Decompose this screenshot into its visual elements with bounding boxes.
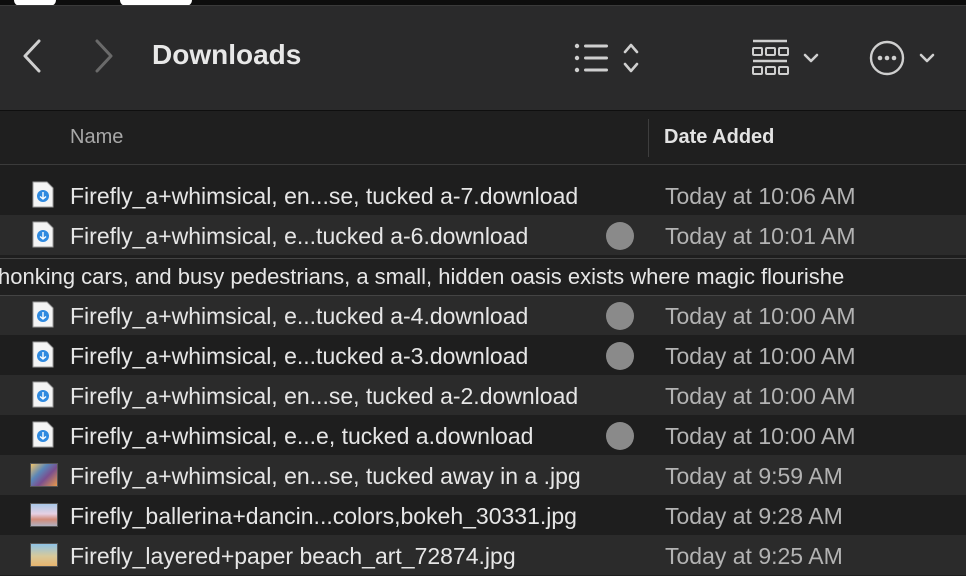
chevron-down-icon — [803, 53, 819, 63]
file-row[interactable]: Firefly_a+whimsical, e...e, tucked a.dow… — [0, 415, 966, 455]
file-name: Firefly_a+whimsical, en...se, tucked a-2… — [70, 383, 579, 409]
date-added: Today at 10:00 AM — [665, 383, 856, 409]
image-thumbnail-icon — [30, 463, 58, 487]
download-file-icon — [32, 181, 54, 208]
image-thumbnail-icon — [30, 503, 58, 527]
date-added: Today at 10:00 AM — [665, 303, 856, 329]
download-file-icon — [32, 341, 54, 368]
window-toolbar: Downloads — [0, 6, 966, 111]
file-list: Firefly_a+whimsical, en...se, tucked a-7… — [0, 175, 966, 575]
file-name: Firefly_layered+paper beach_art_72874.jp… — [70, 543, 516, 569]
gray-tag-dot — [606, 422, 634, 450]
file-row[interactable]: Firefly_a+whimsical, e...tucked a-4.down… — [0, 295, 966, 335]
file-name: Firefly_a+whimsical, en...se, tucked a-7… — [70, 183, 579, 209]
gray-tag-dot — [606, 222, 634, 250]
grid-icon — [752, 39, 789, 75]
date-added: Today at 9:59 AM — [665, 463, 843, 489]
download-file-icon — [32, 381, 54, 408]
download-file-icon — [32, 421, 54, 448]
download-file-icon — [32, 221, 54, 248]
expanded-filename-text: honking cars, and busy pedestrians, a sm… — [0, 264, 845, 289]
ellipsis-circle-icon — [869, 40, 905, 76]
more-actions-button[interactable] — [868, 38, 940, 78]
chevron-left-icon — [23, 39, 41, 73]
date-added: Today at 9:25 AM — [665, 543, 843, 569]
file-name: Firefly_a+whimsical, e...e, tucked a.dow… — [70, 423, 534, 449]
gray-tag-dot — [606, 342, 634, 370]
file-row[interactable]: Firefly_layered+paper beach_art_72874.jp… — [0, 535, 966, 575]
file-row[interactable]: Firefly_a+whimsical, en...se, tucked a-7… — [0, 175, 966, 215]
gray-tag-dot — [606, 302, 634, 330]
date-added: Today at 9:28 AM — [665, 503, 843, 529]
file-name: Firefly_a+whimsical, e...tucked a-3.down… — [70, 343, 529, 369]
chevron-down-icon — [919, 53, 935, 63]
chevron-right-icon — [95, 39, 113, 73]
date-added: Today at 10:06 AM — [665, 183, 856, 209]
date-added: Today at 10:00 AM — [665, 343, 856, 369]
back-button[interactable] — [18, 38, 48, 74]
column-divider[interactable] — [648, 119, 649, 157]
file-row[interactable]: Firefly_a+whimsical, en...se, tucked a-2… — [0, 375, 966, 415]
column-header: Name Date Added — [0, 111, 966, 165]
up-down-chevron-icon — [623, 43, 639, 73]
view-options-button[interactable] — [570, 38, 644, 78]
date-added: Today at 10:01 AM — [665, 223, 856, 249]
file-row[interactable]: Firefly_ballerina+dancin...colors,bokeh_… — [0, 495, 966, 535]
file-row[interactable]: Firefly_a+whimsical, e...tucked a-6.down… — [0, 215, 966, 255]
file-name: Firefly_a+whimsical, e...tucked a-6.down… — [70, 223, 529, 249]
file-name: Firefly_a+whimsical, e...tucked a-4.down… — [70, 303, 529, 329]
file-name: Firefly_ballerina+dancin...colors,bokeh_… — [70, 503, 577, 529]
file-row[interactable]: Firefly_a+whimsical, en...se, tucked awa… — [0, 455, 966, 495]
image-thumbnail-icon — [30, 543, 58, 567]
file-name: Firefly_a+whimsical, en...se, tucked awa… — [70, 463, 581, 489]
download-file-icon — [32, 301, 54, 328]
expanded-filename-tooltip[interactable]: honking cars, and busy pedestrians, a sm… — [0, 258, 966, 296]
date-added: Today at 10:00 AM — [665, 423, 856, 449]
name-column-header[interactable]: Name — [70, 126, 123, 149]
folder-title: Downloads — [152, 39, 302, 70]
group-by-button[interactable] — [748, 36, 824, 80]
date-added-column-header[interactable]: Date Added — [664, 126, 774, 149]
list-icon — [574, 43, 608, 73]
file-row[interactable]: Firefly_a+whimsical, e...tucked a-3.down… — [0, 335, 966, 375]
forward-button[interactable] — [88, 38, 118, 74]
